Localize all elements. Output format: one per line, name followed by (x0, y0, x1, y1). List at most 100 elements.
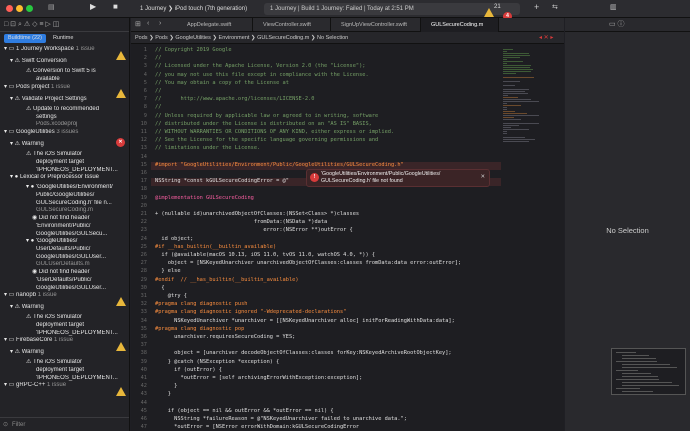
line-number: 42 (140, 383, 147, 390)
issue-group-project[interactable]: ▾ ▭ gRPC-C++ 1 issue (4, 382, 128, 390)
minimap-line (503, 105, 521, 106)
line-number: 45 (140, 407, 147, 414)
breadcrumb-path[interactable]: Pods ❯ Pods ❯ GoogleUtilities ❯ Environm… (135, 35, 348, 41)
issue-note[interactable]: ◉ Did not find header (32, 215, 128, 223)
issue-note[interactable]: ◉ Did not find header (32, 269, 128, 277)
editor-tab[interactable]: GULSecureCoding.m (421, 18, 499, 32)
issue-label: ⚠ The iOS Simulator (26, 359, 82, 365)
editor-tab-label: ViewController.swift (263, 22, 311, 28)
issue-label: ⚠ Update to recommended (26, 105, 100, 112)
issue-label: GoogleUtilities/GULUser... (36, 253, 107, 260)
minimap[interactable] (501, 45, 541, 431)
code-line: @try { (155, 293, 187, 299)
breadcrumb[interactable]: Pods ❯ Pods ❯ GoogleUtilities ❯ Environm… (131, 32, 564, 44)
related-items-icon[interactable]: ⊞ (135, 20, 141, 28)
zoom-window-button[interactable] (26, 5, 33, 12)
issue-group-warning[interactable]: ▾ ⚠ Warning (10, 304, 128, 312)
issue-label: deployment target (36, 159, 85, 165)
issue-group-project[interactable]: ▾ ▭ FirebaseCore 1 issue (4, 337, 128, 345)
inspector-toggle-icon[interactable]: ▥ (610, 3, 617, 11)
stop-button[interactable]: ■ (113, 2, 118, 11)
back-icon[interactable]: ‹ (147, 20, 149, 27)
issue-group-warning[interactable]: ▾ ⚠ Validate Project Settings (10, 96, 128, 104)
issue-warning[interactable]: ⚠ Conversion to Swift 5 is (26, 68, 128, 76)
code-line: } (155, 391, 171, 398)
issue-group-warning[interactable]: ▾ ⚠ Warning (10, 349, 128, 357)
line-number: 29 (140, 276, 147, 283)
editor-tab[interactable]: AppDelegate.swift (177, 18, 253, 32)
line-number: 30 (140, 284, 147, 291)
line-number: 46 (140, 416, 147, 422)
scheme-selector[interactable]: 1 Journey ❯ iPod touch (7th generation) (140, 3, 247, 15)
issue-text-line: GoogleUtilities/GULUser... (36, 254, 128, 262)
filter-field[interactable]: ⊙ Filter (0, 417, 129, 431)
issue-group-warning[interactable]: ▾ ⚠ Warning (10, 141, 128, 149)
navigator-toggle-icon[interactable]: ▤ (48, 3, 55, 11)
code-view[interactable]: 1 // Copyright 2019 Google 2 // 3 // Licensed… (131, 45, 501, 431)
issue-warning[interactable]: ⚠ The iOS Simulator (26, 314, 128, 322)
close-window-button[interactable] (6, 5, 13, 12)
code-line: // Licensed under the Apache License, Ve… (155, 63, 366, 70)
forward-icon[interactable]: › (159, 20, 161, 27)
code-line: // Unless required by applicable law or … (155, 112, 379, 119)
toolbar: ▤ ▶ ■ 1 Journey ❯ iPod touch (7th genera… (0, 0, 690, 21)
issue-label: ▾ ▭ Pods project (4, 83, 50, 90)
code-line: #if __has_builtin(__builtin_available) (155, 243, 277, 250)
thumbnail-line (622, 382, 672, 383)
issue-group-project[interactable]: ▾ ▭ 1 Journey Workspace 1 issue (4, 46, 128, 54)
issue-label: ⚠ Conversion to Swift 5 is (26, 68, 96, 74)
simulator-preview-thumbnail[interactable] (611, 348, 686, 395)
issue-label: available (36, 76, 60, 82)
issue-text-line: settings (36, 114, 128, 122)
issue-warning[interactable]: ⚠ Update to recommended (26, 106, 128, 114)
xcode-window: ▤ ▶ ■ 1 Journey ❯ iPod touch (7th genera… (0, 0, 690, 431)
inspector-tabs[interactable]: ▭ ⓘ (565, 18, 690, 32)
code-line: // distributed under the License is dist… (155, 120, 372, 127)
issue-warning[interactable]: ⚠ The iOS Simulator (26, 359, 128, 367)
issue-error[interactable]: ▾ ● 'GoogleUtilities/Environment/ (26, 184, 128, 192)
code-line: #pragma clang diagnostic ignored "-Wdepr… (155, 309, 347, 316)
navigator-selector-bar[interactable]: □ ⊡ ⌕ ⚠ ◇ ≡ ▷ ◫ (0, 18, 129, 32)
issue-group-error[interactable]: ▾ ● Lexical or Preprocessor Issue (10, 174, 128, 182)
issue-group-project[interactable]: ▾ ▭ Pods project 1 issue (4, 84, 128, 92)
issue-group-warning[interactable]: ▾ ⚠ Swift Conversion (10, 58, 128, 66)
editor-tab[interactable]: SignUpViewController.swift (331, 18, 421, 32)
minimap-line (503, 59, 507, 60)
editor-tab[interactable]: ViewController.swift (253, 18, 331, 32)
line-number: 28 (140, 268, 147, 275)
issue-error[interactable]: ▾ ● 'GoogleUtilities/ (26, 238, 128, 246)
minimap-line (503, 93, 528, 94)
code-line: if (outError) { (155, 366, 222, 373)
issue-text-line: UserDefaults/Public/ (36, 246, 128, 254)
line-number: 25 (140, 243, 147, 250)
tab-runtime[interactable]: Runtime (49, 34, 77, 43)
issue-scope-control: Buildtime (22) Runtime (0, 32, 129, 45)
issue-group-project[interactable]: ▾ ▭ nanopb 1 issue (4, 292, 128, 300)
minimap-line (503, 67, 531, 68)
add-icon[interactable]: + (534, 2, 539, 12)
dismiss-error-icon[interactable]: ✕ (481, 174, 485, 181)
minimize-window-button[interactable] (16, 5, 23, 12)
minimap-line (503, 103, 507, 104)
inline-error-message[interactable]: ! 'GoogleUtilities/Environment/Public/Go… (306, 169, 490, 187)
issue-file: Pods.xcodeproj (36, 121, 128, 129)
line-number: 36 (140, 334, 147, 340)
line-number: 2 (143, 55, 147, 62)
editor-tab-label: AppDelegate.swift (187, 22, 232, 28)
issue-warning[interactable]: ⚠ The iOS Simulator (26, 151, 128, 159)
line-number: 1 (143, 47, 147, 53)
code-review-icon[interactable]: ⇆ (552, 3, 558, 11)
run-button[interactable]: ▶ (90, 2, 96, 11)
issue-file: GULUserDefaults.m (36, 261, 128, 269)
code-line: id object; (155, 235, 194, 242)
thumbnail-line (622, 376, 658, 377)
code-line: // You may obtain a copy of the License … (155, 79, 289, 86)
code-line: NSString *failureReason = @"NSKeyedUnarc… (155, 416, 407, 422)
issue-nav-icon[interactable]: ◂ ✕ ▸ (539, 32, 553, 44)
issue-label: ▾ ▭ nanopb (4, 292, 37, 298)
code-line: // you may not use this file except in c… (155, 71, 369, 78)
line-number: 32 (140, 301, 147, 308)
line-number: 6 (143, 88, 147, 94)
issue-group-project[interactable]: ▾ ▭ GoogleUtilities 3 issues (4, 129, 128, 137)
tab-buildtime[interactable]: Buildtime (22) (4, 34, 46, 43)
